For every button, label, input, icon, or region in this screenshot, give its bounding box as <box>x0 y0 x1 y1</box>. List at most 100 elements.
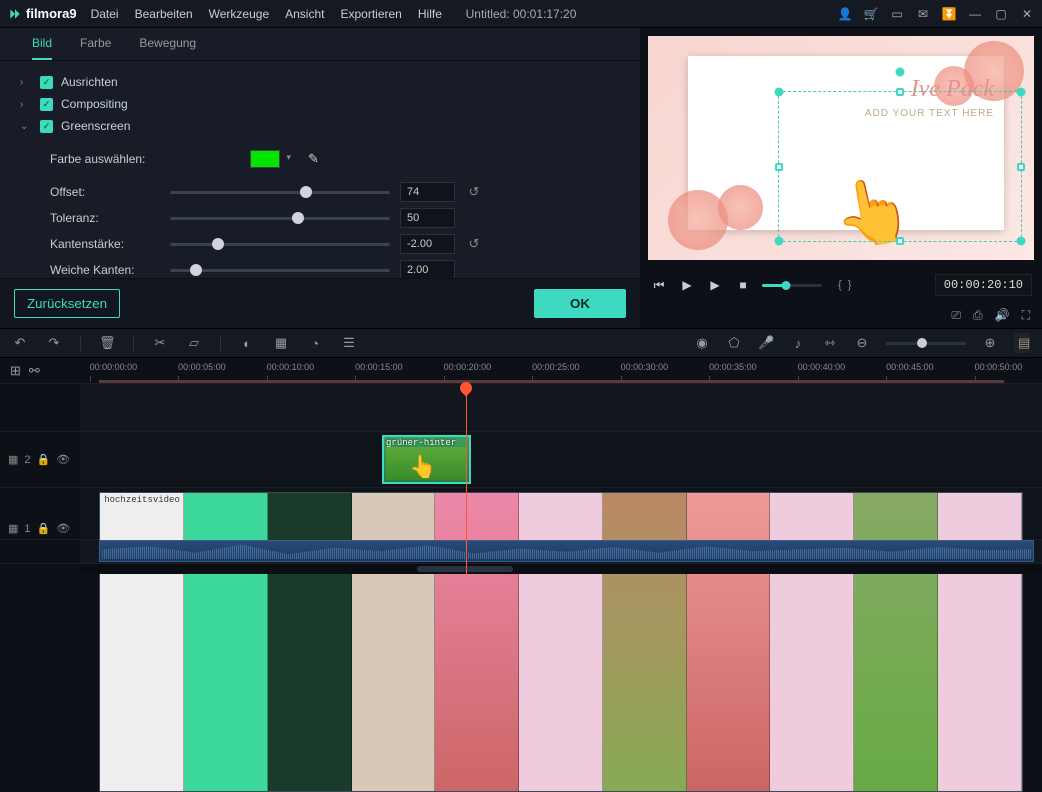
offset-label: Offset: <box>50 185 160 199</box>
track2-eye-icon[interactable]: 👁 <box>56 453 70 466</box>
edge-label: Kantenstärke: <box>50 237 160 251</box>
timeline-ruler[interactable]: ⊞ ⚯ 00:00:00:0000:00:05:0000:00:10:0000:… <box>0 358 1042 384</box>
app-logo: filmora9 <box>8 6 77 21</box>
edge-input[interactable] <box>400 234 455 254</box>
check-greenscreen[interactable] <box>40 120 53 133</box>
audio-icon[interactable]: 🔊 <box>995 308 1010 322</box>
expand-greenscreen[interactable]: ⌄ <box>20 121 32 132</box>
color-icon[interactable]: ▦ <box>273 335 289 351</box>
undo-icon[interactable]: ↶ <box>12 335 28 351</box>
offset-slider[interactable] <box>170 191 390 194</box>
track-spacer <box>0 384 1042 432</box>
menu-file[interactable]: Datei <box>91 7 119 21</box>
ok-button[interactable]: OK <box>534 289 626 318</box>
play-button[interactable]: ▶ <box>706 278 724 292</box>
video-track-1: ▦ 1 🔒 👁 <box>0 488 1042 540</box>
voiceover-icon[interactable]: 🎤 <box>758 335 774 351</box>
message-icon[interactable]: ✉ <box>916 7 930 21</box>
fit-icon[interactable]: ⇿ <box>822 335 838 351</box>
menu-edit[interactable]: Bearbeiten <box>135 7 193 21</box>
check-align[interactable] <box>40 76 53 89</box>
tab-motion[interactable]: Bewegung <box>139 36 196 60</box>
tab-image[interactable]: Bild <box>32 36 52 60</box>
audio-track-1 <box>0 540 1042 564</box>
reset-button[interactable]: Zurücksetzen <box>14 289 120 318</box>
edge-slider[interactable] <box>170 243 390 246</box>
prev-frame-button[interactable]: ⏮ <box>650 278 668 293</box>
snapshot-icon[interactable]: ⎙ <box>973 308 983 323</box>
tab-color[interactable]: Farbe <box>80 36 111 60</box>
split-icon[interactable]: ✂ <box>152 335 168 351</box>
close-icon[interactable]: ✕ <box>1020 7 1034 21</box>
settings-icon[interactable]: ☰ <box>341 335 357 351</box>
track2-lock-icon[interactable]: 🔒 <box>37 453 51 466</box>
keyframe-icon[interactable]: ◔ <box>307 336 323 351</box>
tolerance-label: Toleranz: <box>50 211 160 225</box>
playhead[interactable] <box>466 384 467 574</box>
preview-canvas[interactable]: Ive Pack ADD YOUR TEXT HERE 👆 <box>648 36 1034 260</box>
selection-box[interactable] <box>778 91 1022 242</box>
step-back-button[interactable]: ▶ <box>678 278 696 292</box>
soft-input[interactable] <box>400 260 455 278</box>
check-compositing[interactable] <box>40 98 53 111</box>
section-align: Ausrichten <box>61 75 118 89</box>
zoom-slider[interactable] <box>886 342 966 345</box>
display-icon[interactable]: ⎚ <box>951 308 961 323</box>
music-icon[interactable]: ♪ <box>790 336 806 351</box>
track1-eye-icon[interactable]: 👁 <box>56 522 70 535</box>
timeline-toolbar: ↶ ↷ 🗑 ✂ ▱ ◐ ▦ ◔ ☰ ◉ ⬠ 🎤 ♪ ⇿ ⊖ ⊕ ▤ <box>0 328 1042 358</box>
account-icon[interactable]: 👤 <box>838 7 852 21</box>
mark-in-out[interactable]: { } <box>838 279 851 291</box>
expand-align[interactable]: › <box>20 77 32 88</box>
transport-bar: ⏮ ▶ ▶ ■ { } 00:00:20:10 <box>640 268 1042 302</box>
notification-icon[interactable]: ▭ <box>890 7 904 21</box>
mic-icon[interactable]: ⏬ <box>942 7 956 21</box>
track-add-icon[interactable]: ⊞ <box>10 363 21 379</box>
pick-color-label: Farbe auswählen: <box>50 152 240 166</box>
offset-input[interactable] <box>400 182 455 202</box>
section-greenscreen: Greenscreen <box>61 119 130 133</box>
clip-main[interactable]: hochzeitsvideo <box>99 492 1023 792</box>
color-swatch[interactable] <box>250 150 280 168</box>
cart-icon[interactable]: 🛒 <box>864 7 878 21</box>
marker-icon[interactable]: ⬠ <box>726 335 742 351</box>
tolerance-slider[interactable] <box>170 217 390 220</box>
eyedropper-icon[interactable]: ✎ <box>308 151 319 167</box>
crop-icon[interactable]: ▱ <box>186 335 202 351</box>
menu-export[interactable]: Exportieren <box>340 7 401 21</box>
maximize-icon[interactable]: ▢ <box>994 7 1008 21</box>
menu-tools[interactable]: Werkzeuge <box>209 7 269 21</box>
redo-icon[interactable]: ↷ <box>46 335 62 351</box>
fullscreen-icon[interactable]: ⛶ <box>1022 308 1030 323</box>
speed-icon[interactable]: ◐ <box>239 336 255 351</box>
menu-view[interactable]: Ansicht <box>285 7 324 21</box>
clip-audio[interactable] <box>99 540 1034 562</box>
track2-index: 2 <box>24 454 30 466</box>
stop-button[interactable]: ■ <box>734 278 752 292</box>
edge-reset-icon[interactable]: ↺ <box>465 236 483 252</box>
zoom-out-icon[interactable]: ⊖ <box>854 335 870 351</box>
track1-lock-icon[interactable]: 🔒 <box>37 522 51 535</box>
track1-type-icon: ▦ <box>8 522 18 535</box>
video-track-2: ▦ 2 🔒 👁 grüner-hinter 👆 <box>0 432 1042 488</box>
main-menu: Datei Bearbeiten Werkzeuge Ansicht Expor… <box>91 7 442 21</box>
link-icon[interactable]: ⚯ <box>29 363 40 379</box>
tolerance-input[interactable] <box>400 208 455 228</box>
volume-slider[interactable] <box>762 284 822 287</box>
render-icon[interactable]: ◉ <box>694 335 710 351</box>
track1-index: 1 <box>24 523 30 535</box>
menu-help[interactable]: Hilfe <box>418 7 442 21</box>
clip-green[interactable]: grüner-hinter 👆 <box>383 436 470 483</box>
document-title: Untitled: 00:01:17:20 <box>466 7 577 21</box>
timeline-scrollbar[interactable] <box>80 564 1042 574</box>
offset-reset-icon[interactable]: ↺ <box>465 184 483 200</box>
preview-panel: Ive Pack ADD YOUR TEXT HERE 👆 ⏮ ▶ ▶ ■ { … <box>640 28 1042 328</box>
soft-label: Weiche Kanten: <box>50 263 160 277</box>
timeline: ⊞ ⚯ 00:00:00:0000:00:05:0000:00:10:0000:… <box>0 358 1042 574</box>
delete-icon[interactable]: 🗑 <box>99 335 115 351</box>
timeline-settings-icon[interactable]: ▤ <box>1014 333 1030 353</box>
zoom-in-icon[interactable]: ⊕ <box>982 335 998 351</box>
expand-compositing[interactable]: › <box>20 99 32 110</box>
minimize-icon[interactable]: — <box>968 7 982 21</box>
soft-slider[interactable] <box>170 269 390 272</box>
